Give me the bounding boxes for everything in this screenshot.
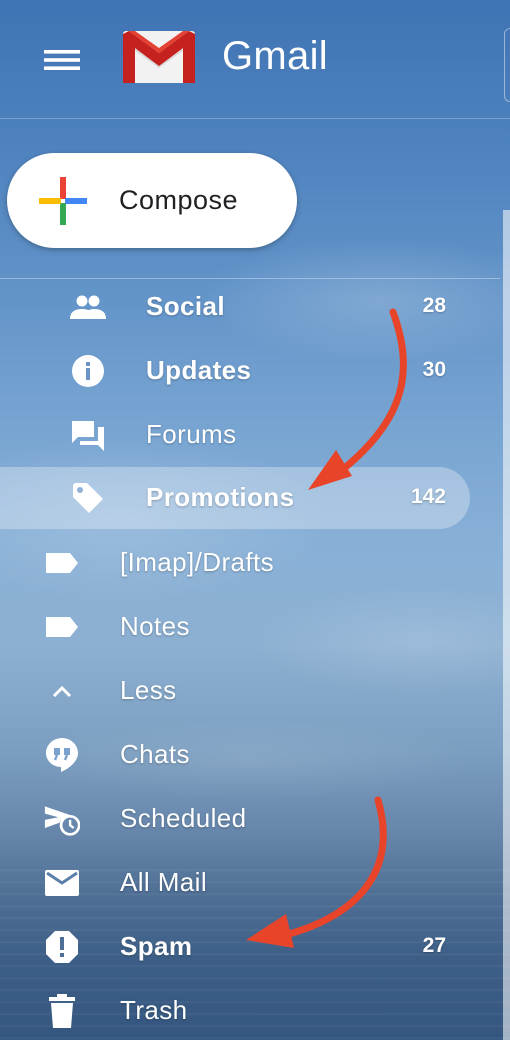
plus-multicolor-icon xyxy=(39,177,87,225)
tag-icon xyxy=(70,482,106,514)
info-icon xyxy=(70,355,106,387)
people-icon xyxy=(70,291,106,323)
nav-item-notes[interactable]: Notes xyxy=(0,596,470,658)
chevron-up-icon xyxy=(44,675,80,707)
nav-label-imap-drafts: [Imap]/Drafts xyxy=(120,547,275,577)
nav-label-promotions: Promotions xyxy=(146,482,295,512)
nav-label-trash: Trash xyxy=(120,995,188,1025)
hamburger-menu-icon xyxy=(44,50,80,70)
forum-icon xyxy=(70,419,106,451)
compose-button[interactable]: Compose xyxy=(7,153,297,248)
compose-label: Compose xyxy=(119,185,239,215)
search-bar-edge xyxy=(504,28,510,102)
nav-item-forums[interactable]: Forums xyxy=(0,404,470,466)
gmail-envelope-logo xyxy=(123,31,195,83)
content-pane-edge xyxy=(503,210,510,1040)
nav-label-social: Social xyxy=(146,291,225,321)
trash-icon xyxy=(44,994,80,1028)
nav-item-trash[interactable]: Trash xyxy=(0,980,470,1040)
scheduled-send-icon xyxy=(44,803,80,836)
main-menu-button[interactable] xyxy=(38,40,86,80)
nav-label-updates: Updates xyxy=(146,355,252,385)
nav-item-promotions[interactable]: Promotions 142 xyxy=(0,467,470,529)
chat-quote-icon xyxy=(44,738,80,772)
nav-item-social[interactable]: Social 28 xyxy=(0,276,470,338)
nav-label-spam: Spam xyxy=(120,931,193,961)
nav-item-scheduled[interactable]: Scheduled xyxy=(0,788,470,850)
nav-label-all-mail: All Mail xyxy=(120,867,207,897)
app-title: Gmail xyxy=(222,34,328,78)
mail-icon xyxy=(44,867,80,899)
label-icon xyxy=(44,611,80,643)
nav-item-less[interactable]: Less xyxy=(0,660,470,722)
nav-item-spam[interactable]: Spam 27 xyxy=(0,916,470,978)
header-divider xyxy=(0,118,510,119)
gmail-logo[interactable] xyxy=(120,28,198,86)
nav-count-spam: 27 xyxy=(422,934,446,957)
nav-item-chats[interactable]: Chats xyxy=(0,724,470,786)
nav-label-chats: Chats xyxy=(120,739,190,769)
nav-label-forums: Forums xyxy=(146,419,237,449)
nav-count-social: 28 xyxy=(422,294,446,317)
nav-count-promotions: 142 xyxy=(410,485,446,508)
nav-count-updates: 30 xyxy=(422,358,446,381)
nav-label-less: Less xyxy=(120,675,177,705)
nav-label-scheduled: Scheduled xyxy=(120,803,247,833)
label-icon xyxy=(44,547,80,579)
report-spam-icon xyxy=(44,931,80,963)
nav-item-imap-drafts[interactable]: [Imap]/Drafts xyxy=(0,532,470,594)
nav-item-all-mail[interactable]: All Mail xyxy=(0,852,470,914)
nav-label-notes: Notes xyxy=(120,611,190,641)
nav-item-updates[interactable]: Updates 30 xyxy=(0,340,470,402)
